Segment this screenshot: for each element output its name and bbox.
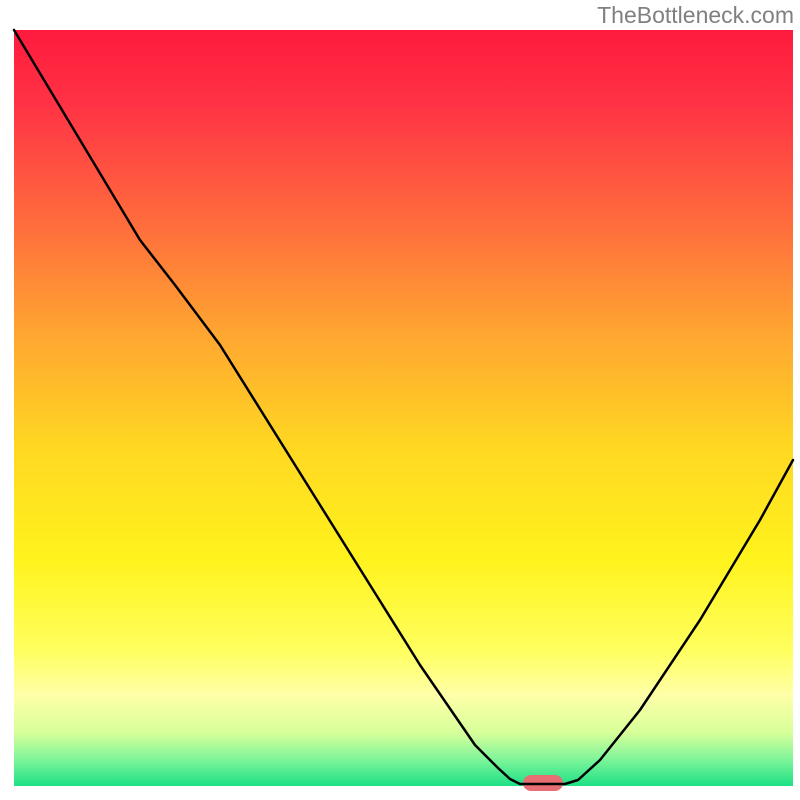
bottleneck-chart	[0, 0, 800, 800]
chart-canvas: TheBottleneck.com	[0, 0, 800, 800]
gradient-backdrop	[14, 30, 793, 786]
watermark-text: TheBottleneck.com	[597, 2, 794, 29]
